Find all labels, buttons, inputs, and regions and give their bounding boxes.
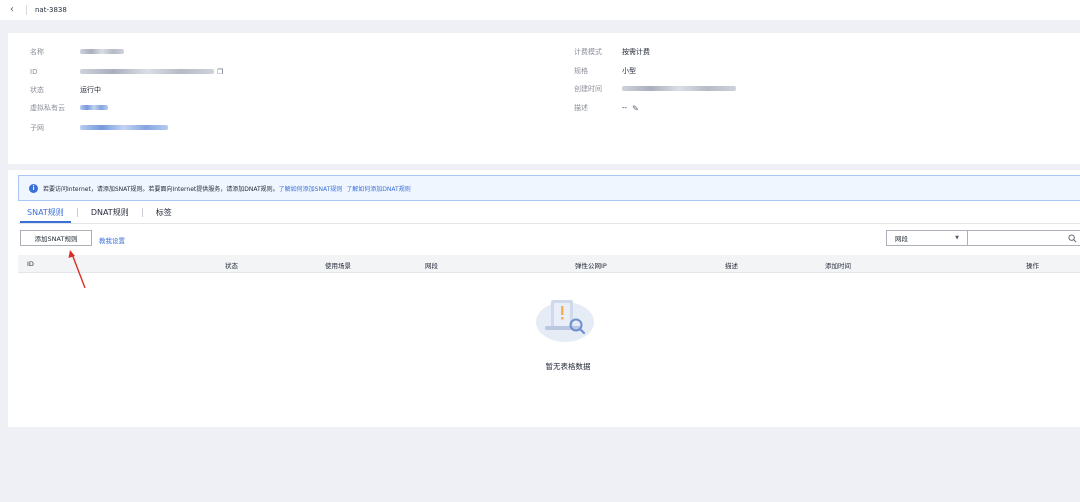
- col-status: 状态: [225, 262, 238, 270]
- empty-data-icon: [536, 300, 594, 342]
- search-icon[interactable]: [1068, 234, 1077, 243]
- id-value-redacted: ❐: [80, 68, 223, 76]
- quick-setup-link[interactable]: 教我设置: [99, 235, 125, 245]
- tab-divider: [141, 208, 143, 217]
- dnat-help-link[interactable]: 了解如何添加DNAT规则: [346, 184, 410, 193]
- info-row-billing: 计费模式 按需计费: [574, 47, 650, 57]
- id-label: ID: [30, 68, 38, 76]
- subnet-link-redacted[interactable]: [80, 124, 168, 132]
- info-row-desc: 描述 -- ✎: [574, 103, 639, 113]
- basic-info-card: 名称 ID ❐ 状态 运行中 虚拟私有云 子网 计费模式 按需计费 规格 小型 …: [8, 33, 1080, 164]
- desc-value: --: [622, 104, 628, 112]
- copy-icon[interactable]: ❐: [217, 68, 223, 76]
- search-input[interactable]: [967, 230, 1080, 246]
- filter-select-value: 网段: [895, 235, 908, 243]
- status-label: 状态: [30, 86, 44, 94]
- info-row-spec: 规格 小型: [574, 66, 636, 76]
- top-bar: ‹ nat-3838: [0, 0, 1080, 20]
- col-actions: 操作: [1026, 262, 1039, 270]
- add-snat-rule-button[interactable]: 添加SNAT规则: [20, 230, 92, 246]
- tab-tags[interactable]: 标签: [149, 207, 179, 223]
- created-label: 创建时间: [574, 85, 602, 93]
- name-value-redacted: [80, 48, 124, 56]
- col-id: ID: [27, 260, 34, 268]
- info-row-name: 名称: [30, 47, 124, 57]
- snat-help-link[interactable]: 了解如何添加SNAT规则: [279, 184, 343, 193]
- vpc-link-redacted[interactable]: [80, 104, 108, 112]
- caret-down-icon: ▼: [955, 235, 959, 241]
- status-value: 运行中: [80, 86, 101, 94]
- spec-label: 规格: [574, 67, 588, 75]
- desc-label: 描述: [574, 104, 588, 112]
- page-title: nat-3838: [35, 6, 67, 14]
- annotation-arrow-icon: [68, 250, 86, 289]
- col-added-time: 添加时间: [825, 262, 851, 270]
- tabs-underline: [18, 223, 1080, 224]
- info-icon: i: [29, 183, 38, 193]
- tab-dnat[interactable]: DNAT规则: [84, 207, 136, 223]
- info-row-vpc: 虚拟私有云: [30, 103, 108, 113]
- subnet-label: 子网: [30, 124, 44, 132]
- col-scenario: 使用场景: [325, 262, 351, 270]
- billing-value: 按需计费: [622, 48, 650, 56]
- created-value-redacted: [622, 85, 736, 93]
- info-row-id: ID ❐: [30, 67, 223, 77]
- divider: [26, 5, 27, 15]
- table-header: ID 状态 使用场景 网段 弹性公网IP 描述 添加时间 操作: [18, 255, 1080, 273]
- rule-tabs: SNAT规则 DNAT规则 标签: [20, 207, 179, 223]
- col-eip: 弹性公网IP: [575, 262, 607, 270]
- vpc-label: 虚拟私有云: [30, 104, 65, 112]
- chevron-left-icon[interactable]: ‹: [10, 5, 20, 15]
- billing-label: 计费模式: [574, 48, 602, 56]
- tab-divider: [76, 208, 78, 217]
- col-description: 描述: [725, 262, 738, 270]
- notice-text: 若要访问Internet，请添加SNAT规则。若要面向Internet提供服务，…: [43, 185, 279, 193]
- info-row-status: 状态 运行中: [30, 85, 101, 95]
- tab-snat[interactable]: SNAT规则: [20, 207, 71, 223]
- spec-value: 小型: [622, 67, 636, 75]
- filter-field-select[interactable]: 网段 ▼: [886, 230, 968, 246]
- info-row-created: 创建时间: [574, 84, 736, 94]
- info-notice: i 若要访问Internet，请添加SNAT规则。若要面向Internet提供服…: [18, 175, 1080, 201]
- empty-state-text: 暂无表格数据: [545, 362, 591, 371]
- col-cidr: 网段: [425, 262, 438, 270]
- info-row-subnet: 子网: [30, 123, 168, 133]
- name-label: 名称: [30, 48, 44, 56]
- edit-pencil-icon[interactable]: ✎: [632, 104, 639, 113]
